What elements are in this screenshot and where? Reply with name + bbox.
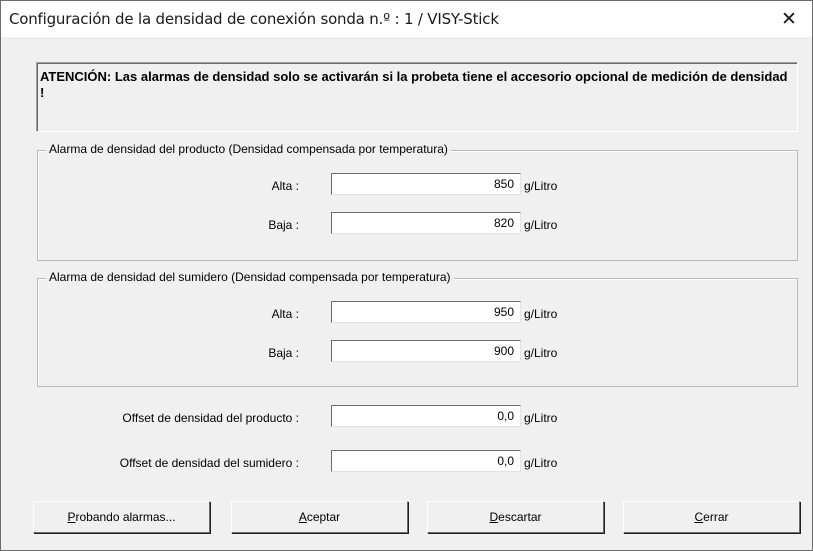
- sump-low-unit: g/Litro: [524, 346, 558, 360]
- product-density-group: Alarma de densidad del producto (Densida…: [37, 142, 798, 261]
- sump-low-input[interactable]: 900: [331, 340, 521, 362]
- product-high-unit: g/Litro: [524, 179, 558, 193]
- discard-accel: D: [489, 510, 499, 524]
- close-label: errar: [703, 510, 729, 524]
- dialog-window: Configuración de la densidad de conexión…: [0, 0, 813, 551]
- test-alarms-button[interactable]: Probando alarmas...: [33, 501, 210, 533]
- title-bar[interactable]: Configuración de la densidad de conexión…: [1, 1, 812, 37]
- window-title: Configuración de la densidad de conexión…: [9, 10, 499, 28]
- product-offset-label: Offset de densidad del producto :: [122, 411, 299, 425]
- test-alarms-label: robando alarmas...: [75, 510, 176, 524]
- accept-button[interactable]: Aceptar: [231, 501, 408, 533]
- product-high-label: Alta :: [271, 179, 299, 193]
- discard-button[interactable]: Descartar: [427, 501, 604, 533]
- close-icon[interactable]: ✕: [766, 1, 812, 37]
- product-low-label: Baja :: [268, 218, 299, 232]
- product-offset-unit: g/Litro: [524, 411, 558, 425]
- sump-offset-label: Offset de densidad del sumidero :: [119, 456, 299, 470]
- accept-label: ceptar: [306, 510, 341, 524]
- sump-density-group: Alarma de densidad del sumidero (Densida…: [37, 270, 798, 387]
- product-low-input[interactable]: 820: [331, 212, 521, 234]
- sump-group-title: Alarma de densidad del sumidero (Densida…: [46, 270, 454, 284]
- product-high-input[interactable]: 850: [331, 173, 521, 195]
- close-accel: C: [694, 510, 704, 524]
- sump-low-label: Baja :: [268, 346, 299, 360]
- sump-high-unit: g/Litro: [524, 307, 558, 321]
- discard-label: escartar: [498, 510, 542, 524]
- warning-box: ATENCIÓN: Las alarmas de densidad solo s…: [36, 62, 798, 132]
- sump-high-label: Alta :: [271, 307, 299, 321]
- warning-text: ATENCIÓN: Las alarmas de densidad solo s…: [40, 69, 788, 100]
- sump-offset-unit: g/Litro: [524, 456, 558, 470]
- accept-accel: A: [298, 510, 307, 524]
- product-low-unit: g/Litro: [524, 218, 558, 232]
- product-group-title: Alarma de densidad del producto (Densida…: [46, 142, 451, 156]
- sump-high-input[interactable]: 950: [331, 301, 521, 323]
- product-offset-input[interactable]: 0,0: [331, 405, 521, 427]
- sump-offset-input[interactable]: 0,0: [331, 450, 521, 472]
- close-button[interactable]: Cerrar: [623, 501, 800, 533]
